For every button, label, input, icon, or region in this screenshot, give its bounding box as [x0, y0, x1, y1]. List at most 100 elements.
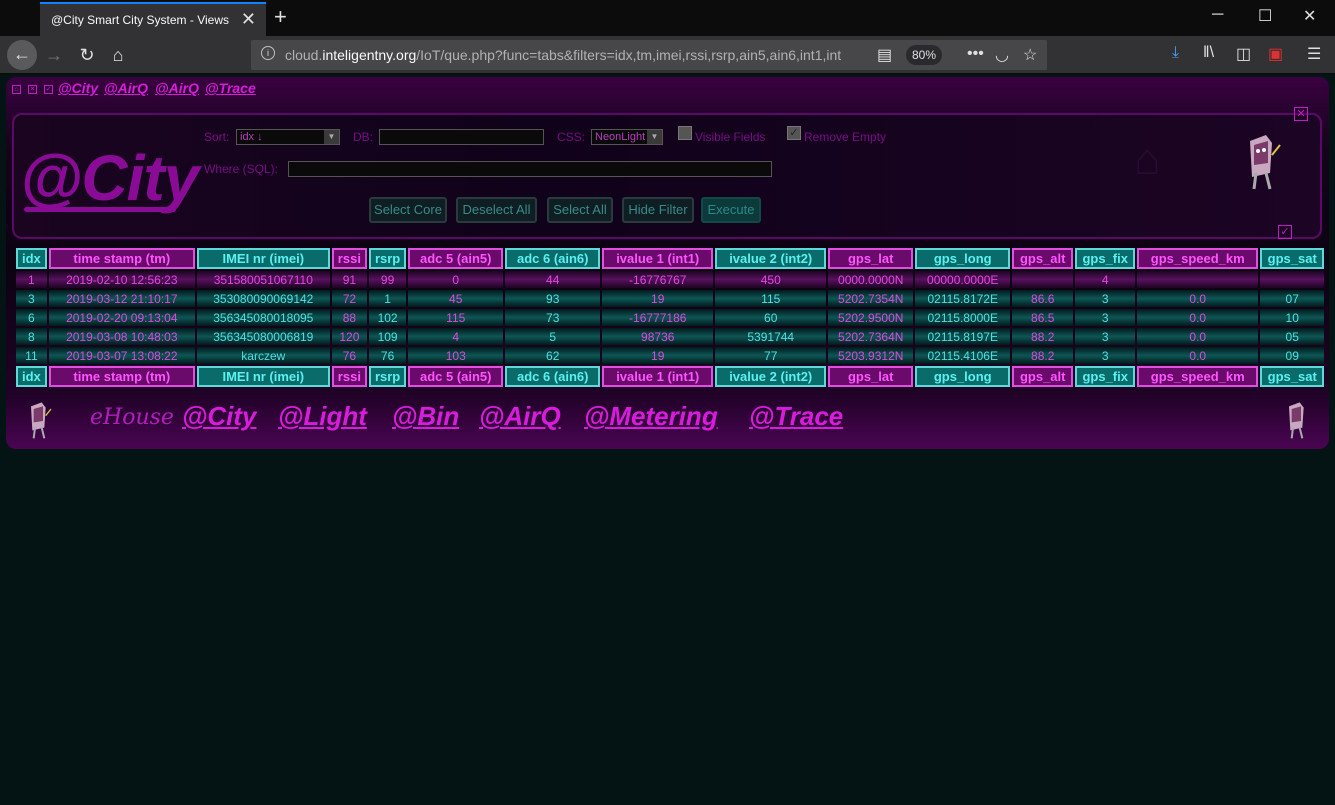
db-input[interactable]	[379, 129, 544, 145]
db-label: DB:	[353, 130, 374, 144]
table-cell: 115	[408, 309, 504, 326]
table-row[interactable]: 6 2019-02-20 09:13:04 356345080018095 88 102…	[16, 309, 1325, 326]
reload-icon[interactable]: ↻	[73, 42, 101, 70]
column-header[interactable]: gps_fix	[1075, 366, 1136, 387]
remove-empty-checkbox[interactable]: ✓	[787, 126, 801, 140]
toplink-trace[interactable]: @Trace	[205, 80, 256, 96]
column-header[interactable]: time stamp (tm)	[48, 366, 195, 387]
column-header[interactable]: gps_long	[915, 248, 1011, 269]
column-header[interactable]: idx	[16, 248, 47, 269]
toplink-airq-2[interactable]: @AirQ	[155, 80, 199, 96]
column-header[interactable]: adc 5 (ain5)	[408, 248, 504, 269]
new-tab-icon[interactable]: +	[274, 4, 287, 30]
library-icon[interactable]: ‖\	[1203, 44, 1214, 62]
url-bar[interactable]: i cloud.inteligentny.org/IoT/que.php?fun…	[251, 40, 1047, 70]
ehouse-logo[interactable]: eHouse	[90, 405, 174, 430]
table-cell: 102	[368, 309, 407, 326]
footer-link-airq[interactable]: @AirQ	[479, 401, 561, 432]
column-header[interactable]: gps_fix	[1075, 248, 1136, 269]
css-label: CSS:	[557, 130, 586, 144]
column-header[interactable]: idx	[16, 366, 47, 387]
bookmark-star-icon[interactable]: ☆	[1023, 45, 1037, 65]
column-header[interactable]: adc 6 (ain6)	[505, 366, 601, 387]
close-small-icon[interactable]: ✕	[28, 85, 37, 94]
sidebar-icon[interactable]: ◫	[1236, 44, 1251, 64]
table-cell: 45	[408, 290, 504, 307]
css-select[interactable]: NeonLight ▼	[591, 129, 663, 145]
maximize-icon[interactable]: ☐	[1258, 6, 1272, 26]
column-header[interactable]: rsrp	[368, 248, 407, 269]
table-row[interactable]: 8 2019-03-08 10:48:03 356345080006819 120 10…	[16, 328, 1325, 345]
column-header[interactable]: gps_lat	[828, 366, 914, 387]
check-small-icon[interactable]: ✓	[44, 85, 53, 94]
table-cell: 73	[505, 309, 601, 326]
window-close-icon[interactable]: ✕	[1303, 6, 1316, 26]
column-header[interactable]: adc 5 (ain5)	[408, 366, 504, 387]
home-icon[interactable]: ⌂	[104, 42, 132, 70]
close-filter-icon[interactable]: ✕	[1294, 107, 1308, 121]
column-header[interactable]: gps_alt	[1012, 366, 1074, 387]
forward-icon[interactable]: →	[40, 42, 68, 70]
footer-link-bin[interactable]: @Bin	[392, 401, 459, 432]
table-cell: 2019-02-10 12:56:23	[48, 271, 195, 288]
column-header[interactable]: rsrp	[368, 366, 407, 387]
execute-button[interactable]: Execute	[701, 197, 761, 223]
footer-link-metering[interactable]: @Metering	[584, 401, 718, 432]
column-header[interactable]: ivalue 1 (int1)	[602, 248, 714, 269]
table-cell: 00000.0000E	[915, 271, 1011, 288]
select-all-button[interactable]: Select All	[547, 197, 613, 223]
table-cell: 2019-02-20 09:13:04	[48, 309, 195, 326]
column-header[interactable]: rssi	[331, 248, 367, 269]
footer-link-light[interactable]: @Light	[278, 401, 367, 432]
url-text[interactable]: cloud.inteligentny.org/IoT/que.php?func=…	[285, 47, 845, 63]
column-header[interactable]: gps_sat	[1260, 366, 1325, 387]
hide-filter-button[interactable]: Hide Filter	[622, 197, 694, 223]
table-row[interactable]: 1 2019-02-10 12:56:23 351580051067110 91 99 0…	[16, 271, 1325, 288]
column-header[interactable]: IMEI nr (imei)	[196, 366, 330, 387]
info-icon[interactable]: i	[261, 46, 275, 60]
column-header[interactable]: ivalue 2 (int2)	[715, 248, 827, 269]
toplink-city[interactable]: @City	[58, 80, 98, 96]
column-header[interactable]: IMEI nr (imei)	[196, 248, 330, 269]
column-header[interactable]: gps_speed_km	[1137, 248, 1259, 269]
table-cell	[1012, 271, 1074, 288]
browser-tab[interactable]: @City Smart City System - Views ✕	[40, 2, 266, 36]
deselect-all-button[interactable]: Deselect All	[456, 197, 537, 223]
column-header[interactable]: adc 6 (ain6)	[505, 248, 601, 269]
footer-link-city[interactable]: @City	[182, 401, 256, 432]
table-row[interactable]: 11 2019-03-07 13:08:22 karczew 76 76 103 62 19 7…	[16, 347, 1325, 364]
footer-logos: eHouse @City @Light @Bin @AirQ @Metering…	[6, 399, 1329, 447]
column-header[interactable]: rssi	[331, 366, 367, 387]
column-header[interactable]: ivalue 2 (int2)	[715, 366, 827, 387]
column-header[interactable]: gps_speed_km	[1137, 366, 1259, 387]
minimize-icon[interactable]: ─	[1212, 6, 1223, 24]
toplink-airq-1[interactable]: @AirQ	[104, 80, 148, 96]
column-header[interactable]: time stamp (tm)	[48, 248, 195, 269]
close-tab-icon[interactable]: ✕	[241, 9, 256, 30]
home-small-icon[interactable]: ⌂	[12, 85, 21, 94]
column-header[interactable]: gps_sat	[1260, 248, 1325, 269]
back-icon[interactable]: ←	[7, 40, 37, 70]
download-icon[interactable]: ⤓	[1172, 44, 1179, 62]
tab-title: @City Smart City System - Views	[51, 13, 229, 27]
extension-icon[interactable]: ▣	[1268, 44, 1283, 64]
column-header[interactable]: gps_lat	[828, 248, 914, 269]
table-cell: 19	[602, 290, 714, 307]
footer-link-trace[interactable]: @Trace	[749, 401, 843, 432]
zoom-indicator[interactable]: 80%	[906, 45, 942, 65]
table-cell: 3	[1075, 328, 1136, 345]
pocket-icon[interactable]: ◡	[995, 45, 1009, 65]
reader-view-icon[interactable]: ▤	[877, 45, 892, 65]
table-row[interactable]: 3 2019-03-12 21:10:17 353080090069142 72 1 45…	[16, 290, 1325, 307]
select-core-button[interactable]: Select Core	[369, 197, 447, 223]
toggle-checkbox-icon[interactable]: ✓	[1278, 225, 1292, 239]
menu-icon[interactable]: ☰	[1307, 44, 1321, 64]
where-sql-input[interactable]	[288, 161, 772, 177]
column-header[interactable]: ivalue 1 (int1)	[602, 366, 714, 387]
visible-fields-checkbox[interactable]	[678, 126, 692, 140]
column-header[interactable]: gps_long	[915, 366, 1011, 387]
page-actions-icon[interactable]: •••	[967, 45, 984, 63]
column-header[interactable]: gps_alt	[1012, 248, 1074, 269]
table-cell: -16777186	[602, 309, 714, 326]
sort-select[interactable]: idx ↓ ▼	[236, 129, 340, 145]
